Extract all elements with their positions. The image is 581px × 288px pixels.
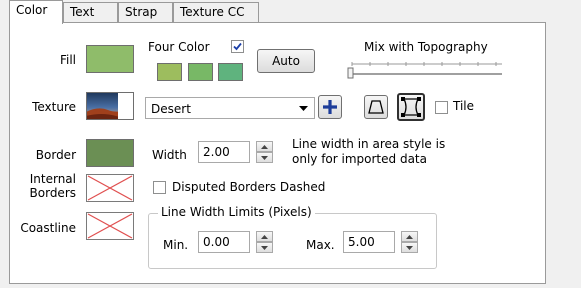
topography-slider[interactable]: [344, 60, 506, 80]
border-width-stepper[interactable]: [256, 141, 273, 163]
tab-color-label: Color: [16, 3, 48, 17]
min-width-input[interactable]: 0.00: [198, 231, 250, 253]
coastline-none-swatch[interactable]: [86, 212, 134, 240]
texture-select-value: Desert: [151, 102, 191, 116]
stepper-up-button[interactable]: [256, 231, 273, 242]
line-width-note-1: Line width in area style is: [292, 137, 446, 151]
tile-checkbox[interactable]: [435, 101, 448, 114]
border-color-swatch[interactable]: [86, 139, 134, 167]
internal-borders-none-swatch[interactable]: [86, 174, 134, 202]
auto-button[interactable]: Auto: [257, 49, 315, 73]
stepper-down-button[interactable]: [256, 242, 273, 253]
max-width-input[interactable]: 5.00: [343, 231, 395, 253]
max-width-stepper[interactable]: [401, 231, 418, 253]
stepper-up-button[interactable]: [401, 231, 418, 242]
internal-borders-label-2: Borders: [29, 186, 76, 200]
fill-color-swatch[interactable]: [86, 45, 134, 73]
stretch-frame-icon: [401, 97, 421, 117]
auto-button-label: Auto: [272, 54, 300, 68]
max-label: Max.: [306, 238, 335, 252]
checkmark-icon: [233, 42, 242, 51]
border-width-value: 2.00: [203, 145, 230, 159]
min-width-stepper[interactable]: [256, 231, 273, 253]
stepper-down-button[interactable]: [256, 152, 273, 163]
tab-strap[interactable]: Strap: [118, 2, 173, 23]
min-label: Min.: [163, 238, 189, 252]
arrow-up-icon: [261, 235, 268, 239]
fill-label: Fill: [59, 53, 76, 67]
arrow-down-icon: [261, 156, 268, 160]
texture-select[interactable]: Desert: [145, 97, 315, 119]
stepper-up-button[interactable]: [256, 141, 273, 152]
four-color-checkbox[interactable]: [231, 40, 244, 53]
four-color-swatch-2[interactable]: [188, 63, 213, 81]
add-texture-button[interactable]: [318, 95, 342, 119]
tab-texture-cc-label: Texture CC: [180, 5, 245, 19]
stepper-down-button[interactable]: [401, 242, 418, 253]
disputed-borders-label: Disputed Borders Dashed: [172, 180, 326, 194]
border-label: Border: [35, 148, 76, 162]
texture-preview-image[interactable]: [86, 92, 134, 120]
arrow-up-icon: [261, 145, 268, 149]
tab-strap-label: Strap: [125, 5, 158, 19]
four-color-label: Four Color: [148, 40, 210, 54]
chevron-down-icon: [299, 106, 308, 111]
line-width-limits-title: Line Width Limits (Pixels): [158, 205, 315, 219]
arrow-down-icon: [406, 246, 413, 250]
slider-thumb[interactable]: [347, 67, 354, 79]
tile-label: Tile: [453, 99, 475, 113]
mix-topography-label: Mix with Topography: [364, 40, 488, 54]
coastline-label: Coastline: [20, 221, 76, 235]
trapezoid-texture-button[interactable]: [364, 95, 388, 119]
plus-icon: [323, 100, 337, 114]
trapezoid-icon: [368, 100, 384, 114]
tab-text[interactable]: Text: [63, 2, 118, 23]
arrow-down-icon: [261, 246, 268, 250]
max-width-value: 5.00: [348, 235, 375, 249]
tab-color[interactable]: Color: [9, 0, 63, 24]
border-width-input[interactable]: 2.00: [198, 141, 250, 163]
texture-label: Texture: [32, 100, 76, 114]
min-width-value: 0.00: [203, 235, 230, 249]
four-color-swatch-1[interactable]: [157, 63, 182, 81]
four-color-swatch-3[interactable]: [218, 63, 243, 81]
stretch-texture-button[interactable]: [397, 93, 425, 121]
internal-borders-label-1: Internal: [29, 172, 76, 186]
tab-texture-cc[interactable]: Texture CC: [173, 2, 259, 23]
tab-text-label: Text: [70, 5, 95, 19]
arrow-up-icon: [406, 235, 413, 239]
width-label: Width: [152, 148, 187, 162]
disputed-borders-checkbox[interactable]: [153, 181, 166, 194]
line-width-note-2: only for imported data: [292, 152, 427, 166]
